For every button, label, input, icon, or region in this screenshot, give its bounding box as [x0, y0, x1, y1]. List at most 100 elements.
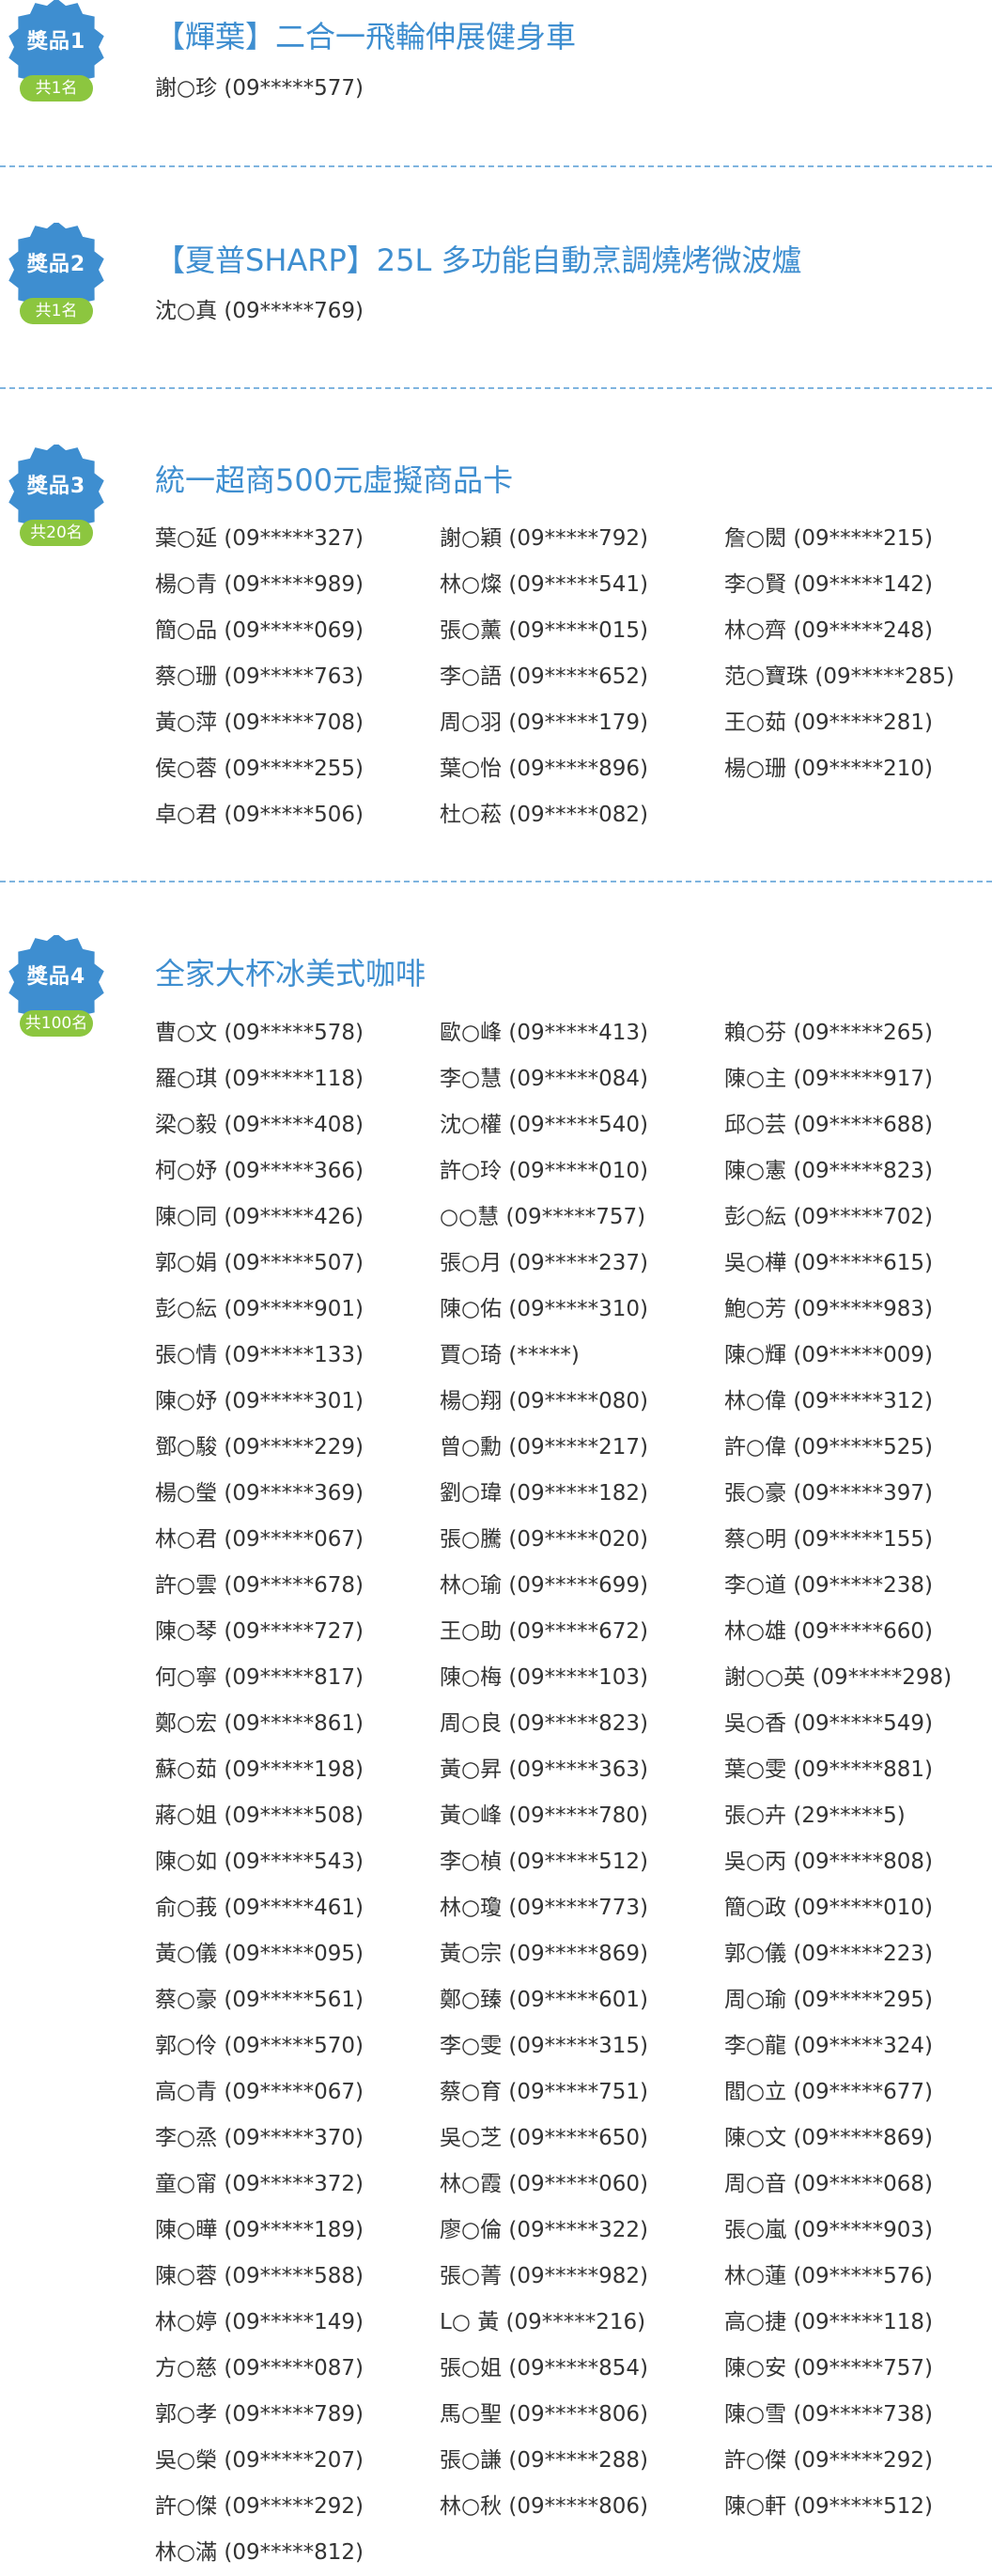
winner-entry: 陳○如 (09*****543)	[155, 1850, 364, 1874]
winner-entry: 蔡○豪 (09*****561)	[155, 1988, 364, 2012]
winner-entry: 邱○芸 (09*****688)	[724, 1113, 933, 1137]
prize-badge: 獎品3 共20名	[6, 445, 107, 546]
winner-entry: 張○卉 (29*****5)	[724, 1803, 906, 1828]
winner-entry: 林○君 (09*****067)	[155, 1527, 364, 1552]
winner-entry: 陳○梅 (09*****103)	[440, 1665, 648, 1690]
winner-entry: 彭○紜 (09*****702)	[724, 1205, 933, 1229]
winner-entry: 歐○峰 (09*****413)	[440, 1021, 648, 1045]
winner-entry: 陳○佑 (09*****310)	[440, 1297, 648, 1321]
winner-entry: 林○偉 (09*****312)	[724, 1389, 933, 1413]
winner-entry: 劉○瑋 (09*****182)	[440, 1481, 648, 1506]
winner-entry: 黃○峰 (09*****780)	[440, 1803, 648, 1828]
winner-entry: 林○婷 (09*****149)	[155, 2310, 364, 2334]
winner-entry: 王○茹 (09*****281)	[724, 710, 933, 735]
winner-entry: 郭○伶 (09*****570)	[155, 2034, 364, 2058]
winner-entry: 侯○蓉 (09*****255)	[155, 757, 364, 781]
winner-entry: 周○音 (09*****068)	[724, 2172, 933, 2196]
winner-entry: 蘇○茹 (09*****198)	[155, 1757, 364, 1782]
winner-count-pill: 共20名	[20, 520, 93, 546]
winner-entry: 黃○宗 (09*****869)	[440, 1942, 648, 1966]
winner-entry: 陳○妤 (09*****301)	[155, 1389, 364, 1413]
winner-entry: 林○瑜 (09*****699)	[440, 1573, 648, 1598]
winner-entry: 許○傑 (09*****292)	[155, 2494, 364, 2519]
winner-entry: 賴○芬 (09*****265)	[724, 1021, 933, 1045]
winner-entry: 曾○勳 (09*****217)	[440, 1435, 648, 1460]
winner-entry: 廖○倫 (09*****322)	[440, 2218, 648, 2242]
winner-entry: 鄭○宏 (09*****861)	[155, 1711, 364, 1736]
winner-entry: 鮑○芳 (09*****983)	[724, 1297, 933, 1321]
winner-entry: 童○甯 (09*****372)	[155, 2172, 364, 2196]
winners-grid: 曹○文 (09*****578) 歐○峰 (09*****413) 賴○芬 (09*…	[155, 1010, 992, 2576]
winner-entry: 陳○同 (09*****426)	[155, 1205, 364, 1229]
winner-entry: 方○慈 (09*****087)	[155, 2356, 364, 2381]
winner-entry: 林○齊 (09*****248)	[724, 618, 933, 643]
winner-entry: 李○慧 (09*****084)	[440, 1067, 648, 1091]
winner-entry: 陳○安 (09*****757)	[724, 2356, 933, 2381]
winner-entry: 高○青 (09*****067)	[155, 2080, 364, 2104]
prize-badge-label: 獎品4	[26, 965, 86, 989]
winners-grid: 謝○珍 (09*****577)	[155, 66, 992, 112]
winner-entry: 林○雄 (09*****660)	[724, 1619, 933, 1644]
winner-entry: 范○寶珠 (09*****285)	[724, 664, 954, 689]
winner-entry: 陳○琴 (09*****727)	[155, 1619, 364, 1644]
winner-entry: 陳○憲 (09*****823)	[724, 1159, 933, 1183]
winner-entry: 吳○榮 (09*****207)	[155, 2448, 364, 2473]
winner-entry: 葉○延 (09*****327)	[155, 526, 364, 551]
winner-entry: 楊○翔 (09*****080)	[440, 1389, 648, 1413]
winner-entry: 蔡○珊 (09*****763)	[155, 664, 364, 689]
winner-entry: 林○滿 (09*****812)	[155, 2540, 364, 2565]
prize-title: 全家大杯冰美式咖啡	[155, 956, 426, 991]
winner-entry: 簡○品 (09*****069)	[155, 618, 364, 643]
winner-entry: 陳○曄 (09*****189)	[155, 2218, 364, 2242]
winner-entry: 郭○儀 (09*****223)	[724, 1942, 933, 1966]
winner-entry: 張○薰 (09*****015)	[440, 618, 648, 643]
winner-entry: 俞○莪 (09*****461)	[155, 1896, 364, 1920]
winner-entry: 黃○昇 (09*****363)	[440, 1757, 648, 1782]
winner-entry: 陳○雪 (09*****738)	[724, 2402, 933, 2427]
winner-entry: 簡○政 (09*****010)	[724, 1896, 933, 1920]
winner-entry: 吳○芝 (09*****650)	[440, 2126, 648, 2150]
winner-entry: 閻○立 (09*****677)	[724, 2080, 933, 2104]
winner-entry: 葉○怡 (09*****896)	[440, 757, 648, 781]
winner-entry: ○○慧 (09*****757)	[440, 1205, 646, 1229]
winner-entry: 郭○娟 (09*****507)	[155, 1251, 364, 1275]
winner-count-pill: 共100名	[20, 1010, 93, 1037]
winner-entry: 蔡○育 (09*****751)	[440, 2080, 648, 2104]
winner-entry: 張○謙 (09*****288)	[440, 2448, 648, 2473]
winner-entry: 李○道 (09*****238)	[724, 1573, 933, 1598]
winner-entry: 周○羽 (09*****179)	[440, 710, 648, 735]
winner-entry: 張○情 (09*****133)	[155, 1343, 364, 1367]
section-divider	[0, 387, 992, 389]
winner-entry: 張○姐 (09*****854)	[440, 2356, 648, 2381]
winner-entry: 陳○主 (09*****917)	[724, 1067, 933, 1091]
prize-badge: 獎品1 共1名	[6, 0, 107, 101]
winner-count-pill: 共1名	[20, 75, 93, 101]
winner-entry: 高○捷 (09*****118)	[724, 2310, 933, 2334]
prize-badge-label: 獎品3	[26, 475, 86, 498]
winner-entry: 陳○軒 (09*****512)	[724, 2494, 933, 2519]
winner-count-pill: 共1名	[20, 298, 93, 324]
winner-entry: 吳○樺 (09*****615)	[724, 1251, 933, 1275]
winner-entry: L○ 黃 (09*****216)	[440, 2310, 646, 2334]
winner-entry: 許○傑 (09*****292)	[724, 2448, 933, 2473]
winner-entry: 沈○真 (09*****769)	[155, 299, 364, 323]
winner-entry: 葉○雯 (09*****881)	[724, 1757, 933, 1782]
winner-entry: 王○助 (09*****672)	[440, 1619, 648, 1644]
prize-badge: 獎品4 共100名	[6, 935, 107, 1037]
winner-entry: 羅○琪 (09*****118)	[155, 1067, 364, 1091]
winner-entry: 張○豪 (09*****397)	[724, 1481, 933, 1506]
winner-entry: 何○寧 (09*****817)	[155, 1665, 364, 1690]
prize-badge-label: 獎品2	[26, 253, 86, 276]
winner-entry: 張○騰 (09*****020)	[440, 1527, 648, 1552]
winner-entry: 鄭○臻 (09*****601)	[440, 1988, 648, 2012]
winner-entry: 李○楨 (09*****512)	[440, 1850, 648, 1874]
winner-entry: 黃○萍 (09*****708)	[155, 710, 364, 735]
winner-entry: 吳○香 (09*****549)	[724, 1711, 933, 1736]
winner-entry: 卓○君 (09*****506)	[155, 803, 364, 827]
winner-entry: 張○月 (09*****237)	[440, 1251, 648, 1275]
winner-entry: 許○雲 (09*****678)	[155, 1573, 364, 1598]
winner-entry: 李○賢 (09*****142)	[724, 572, 933, 597]
winner-entry: 馬○聖 (09*****806)	[440, 2402, 648, 2427]
winners-grid: 葉○延 (09*****327) 謝○穎 (09*****792) 詹○閎 (09*…	[155, 516, 992, 838]
winner-entry: 周○良 (09*****823)	[440, 1711, 648, 1736]
